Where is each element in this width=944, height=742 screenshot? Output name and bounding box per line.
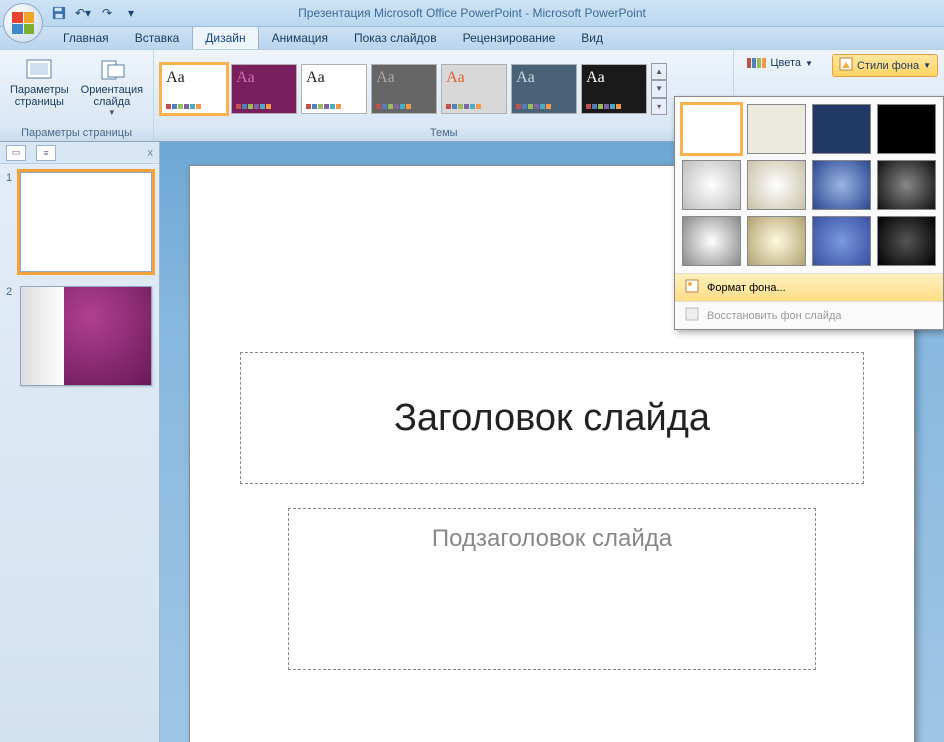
title-bar: ↶ ▾ ↷ ▾ Презентация Microsoft Office Pow… [0,0,944,27]
panel-close-icon[interactable]: x [148,147,154,159]
theme-swatches [586,104,642,109]
reset-bg-icon [685,307,699,324]
format-bg-icon [685,279,699,296]
bg-styles-icon [839,57,853,74]
bg-style-cell[interactable] [747,104,806,154]
reset-bg-label: Восстановить фон слайда [707,310,842,322]
gallery-down-icon[interactable]: ▼ [651,80,667,97]
theme-thumbnail[interactable]: Aa [581,64,647,114]
redo-icon[interactable]: ↷ [98,4,116,22]
thumb-row: 2 [6,286,153,386]
slide-thumbnails: 1 2 [0,164,159,742]
gallery-up-icon[interactable]: ▲ [651,63,667,80]
chevron-down-icon: ▼ [805,59,813,68]
bg-style-cell[interactable] [682,104,741,154]
colors-button[interactable]: Цвета ▼ [740,54,820,72]
theme-thumbnail[interactable]: Aa [161,64,227,114]
slide-thumbnail-2[interactable] [20,286,152,386]
theme-swatches [306,104,362,109]
tab-slideshow[interactable]: Показ слайдов [341,26,450,49]
title-placeholder[interactable]: Заголовок слайда [240,352,864,484]
ribbon-group-themes: Aa Aa Aa Aa Aa Aa Aa ▲ ▼ ▾ Темы [154,50,734,141]
page-setup-label: Параметры страницы [10,84,69,108]
theme-swatches [376,104,432,109]
bg-style-cell[interactable] [747,160,806,210]
theme-gallery: Aa Aa Aa Aa Aa Aa Aa [159,60,649,118]
tab-insert[interactable]: Вставка [122,26,193,49]
subtitle-placeholder[interactable]: Подзаголовок слайда [288,508,816,670]
background-styles-gallery: Формат фона... Восстановить фон слайда [674,96,944,330]
thumb-row: 1 [6,172,153,272]
tab-view[interactable]: Вид [568,26,616,49]
page-setup-icon [23,56,55,84]
panel-tab-outline-icon[interactable]: ≡ [36,145,56,161]
theme-sample-text: Aa [516,69,572,87]
bg-style-cell[interactable] [747,216,806,266]
theme-sample-text: Aa [306,69,362,87]
page-setup-button[interactable]: Параметры страницы [5,53,74,111]
office-button[interactable] [3,3,43,43]
panel-tab-slides-icon[interactable]: ▭ [6,145,26,161]
background-styles-button[interactable]: Стили фона ▼ [832,54,938,77]
bg-style-cell[interactable] [877,104,936,154]
bg-style-cell[interactable] [682,160,741,210]
ribbon-group-page-setup: Параметры страницы Ориентация слайда ▼ П… [0,50,154,141]
save-icon[interactable] [50,4,68,22]
subtitle-placeholder-text: Подзаголовок слайда [432,525,672,553]
format-bg-label: Формат фона... [707,282,786,294]
tab-home[interactable]: Главная [50,26,122,49]
colors-label: Цвета [770,57,801,69]
theme-swatches [236,104,292,109]
thumb-number: 2 [6,286,16,386]
bg-style-cell[interactable] [682,216,741,266]
theme-gallery-spinner: ▲ ▼ ▾ [651,63,667,115]
slide-thumbnail-1[interactable] [20,172,152,272]
theme-swatches [446,104,502,109]
tab-review[interactable]: Рецензирование [450,26,569,49]
bg-style-cell[interactable] [877,160,936,210]
bg-style-cell[interactable] [877,216,936,266]
orientation-label: Ориентация слайда [81,84,143,108]
orientation-icon [96,56,128,84]
undo-icon[interactable]: ↶ ▾ [74,4,92,22]
theme-swatches [166,104,222,109]
chevron-down-icon: ▼ [108,108,116,117]
panel-tabs: ▭ ≡ x [0,142,159,164]
quick-access-toolbar: ↶ ▾ ↷ ▾ [50,4,140,22]
bg-style-cell[interactable] [812,104,871,154]
slide-orientation-button[interactable]: Ориентация слайда ▼ [76,53,148,120]
bg-style-cell[interactable] [812,216,871,266]
theme-thumbnail[interactable]: Aa [511,64,577,114]
group-label-page: Параметры страницы [5,125,148,141]
title-placeholder-text: Заголовок слайда [394,397,710,440]
theme-sample-text: Aa [236,69,292,87]
theme-thumbnail[interactable]: Aa [301,64,367,114]
ribbon: Параметры страницы Ориентация слайда ▼ П… [0,50,944,142]
window-title: Презентация Microsoft Office PowerPoint … [298,6,646,20]
ribbon-tabs: Главная Вставка Дизайн Анимация Показ сл… [0,27,944,50]
bg-gallery-grid [675,97,943,273]
tab-animation[interactable]: Анимация [259,26,341,49]
qat-customize-icon[interactable]: ▾ [122,4,140,22]
reset-background-menuitem: Восстановить фон слайда [675,301,943,329]
bg-style-cell[interactable] [812,160,871,210]
theme-sample-text: Aa [586,69,642,87]
theme-thumbnail[interactable]: Aa [371,64,437,114]
gallery-more-icon[interactable]: ▾ [651,98,667,115]
format-background-menuitem[interactable]: Формат фона... [675,273,943,301]
bg-styles-label: Стили фона [857,60,919,72]
slide-panel: ▭ ≡ x 1 2 [0,142,160,742]
chevron-down-icon: ▼ [923,61,931,70]
theme-swatches [516,104,572,109]
theme-sample-text: Aa [376,69,432,87]
thumb-number: 1 [6,172,16,272]
theme-sample-text: Aa [446,69,502,87]
theme-thumbnail[interactable]: Aa [231,64,297,114]
theme-thumbnail[interactable]: Aa [441,64,507,114]
group-label-themes: Темы [159,125,728,141]
tab-design[interactable]: Дизайн [192,26,258,49]
colors-icon [747,58,766,68]
theme-sample-text: Aa [166,69,222,87]
